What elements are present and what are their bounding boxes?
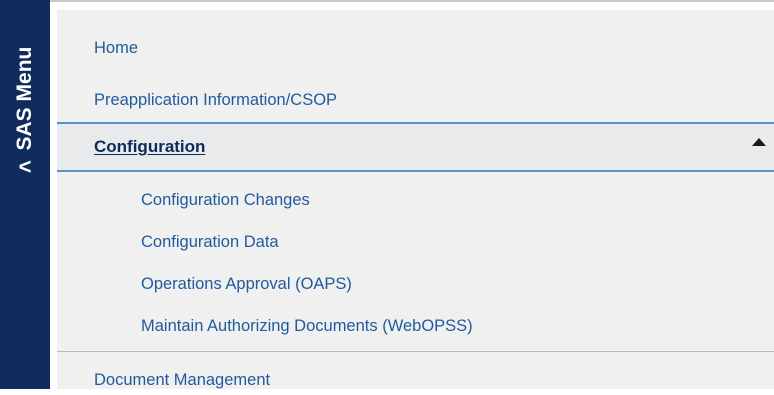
collapse-chevron-icon[interactable]: < (19, 154, 32, 180)
triangle-up-icon[interactable] (752, 138, 766, 146)
menu-divider (57, 351, 774, 352)
submenu-item-configuration-changes[interactable]: Configuration Changes (57, 184, 774, 216)
submenu-item-maintain-authorizing-documents[interactable]: Maintain Authorizing Documents (WebOPSS) (57, 310, 774, 342)
submenu-item-label: Maintain Authorizing Documents (WebOPSS) (141, 316, 473, 335)
menu-item-preapplication-label: Preapplication Information/CSOP (94, 90, 338, 109)
menu-item-document-management-label: Document Management (94, 370, 271, 389)
navigation-menu: Home Preapplication Information/CSOP Con… (57, 10, 774, 389)
top-border (0, 0, 774, 2)
menu-item-home-label: Home (94, 38, 139, 57)
menu-item-home[interactable]: Home (57, 30, 774, 66)
menu-item-preapplication[interactable]: Preapplication Information/CSOP (57, 82, 774, 118)
submenu-item-label: Configuration Changes (141, 190, 310, 209)
sas-menu-tab-content: < SAS Menu (12, 46, 38, 179)
menu-item-configuration-label: Configuration (94, 137, 206, 156)
menu-item-document-management[interactable]: Document Management (57, 365, 774, 395)
submenu-item-configuration-data[interactable]: Configuration Data (57, 226, 774, 258)
sas-menu-tab[interactable]: < SAS Menu (0, 0, 50, 389)
menu-item-configuration[interactable]: Configuration (57, 122, 774, 172)
sas-menu-label: SAS Menu (13, 46, 36, 151)
submenu-item-label: Configuration Data (141, 232, 279, 251)
submenu-item-label: Operations Approval (OAPS) (141, 274, 352, 293)
submenu-item-operations-approval[interactable]: Operations Approval (OAPS) (57, 268, 774, 300)
